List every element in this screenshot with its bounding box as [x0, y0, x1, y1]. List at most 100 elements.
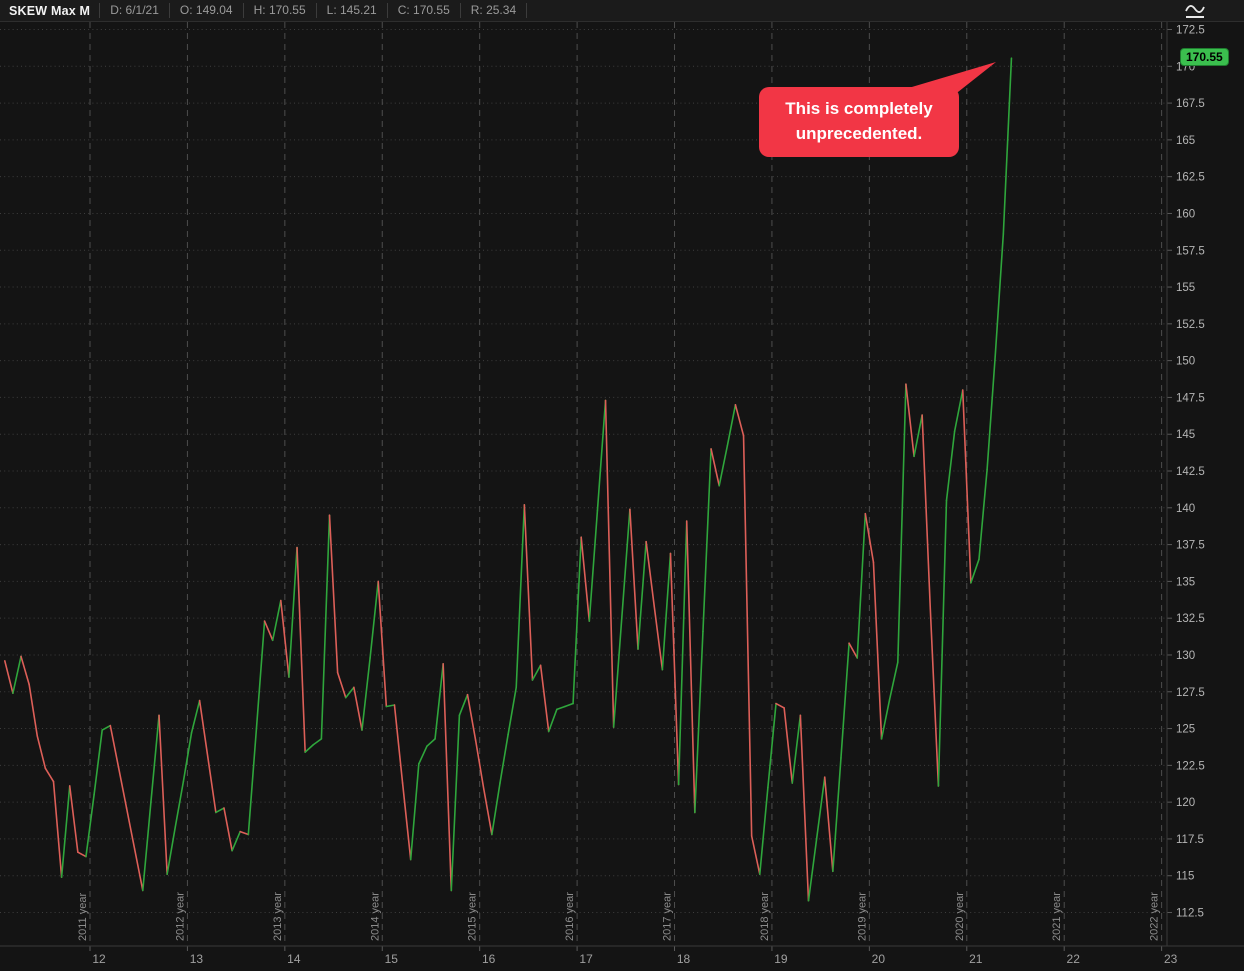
year-gridline-label: 2020 year	[954, 892, 966, 941]
price-line-segment	[1002, 57, 1013, 235]
price-line-segment	[344, 686, 355, 699]
ohlc-stat: H: 170.55	[242, 3, 316, 18]
price-chart-canvas[interactable]: 172.5170167.5165162.5160157.5155152.5150…	[0, 0, 1244, 971]
price-line-segment	[807, 838, 818, 902]
price-line-segment	[393, 704, 404, 784]
year-gridline-label: 2021 year	[1051, 892, 1063, 941]
price-line-segment	[125, 807, 136, 851]
price-line-segment	[466, 693, 477, 742]
price-line-segment	[994, 233, 1005, 358]
price-line-segment	[336, 671, 347, 699]
year-gridline-label: 2019 year	[856, 892, 868, 941]
price-line-segment	[970, 558, 980, 584]
price-line-segment	[434, 663, 444, 740]
price-line-segment	[499, 733, 509, 784]
price-line-segment	[239, 830, 250, 836]
price-line-segment	[596, 399, 607, 512]
price-line-segment	[101, 724, 112, 731]
price-line-segment	[848, 642, 859, 659]
price-line-segment	[872, 561, 883, 740]
price-line-segment	[158, 714, 168, 876]
price-line-segment	[783, 707, 794, 784]
year-gridline-label: 2018 year	[759, 892, 771, 941]
annotation-callout[interactable]: This is completely unprecedented.	[759, 87, 959, 157]
price-line-segment	[531, 664, 542, 681]
price-line-segment	[734, 403, 745, 437]
price-line-segment	[840, 642, 850, 759]
symbol-ohlc-bar: SKEW Max M D: 6/1/21 O: 149.04 H: 170.55 L:…	[0, 0, 1244, 22]
studies-squiggle-icon[interactable]	[1184, 2, 1206, 21]
price-line-segment	[710, 448, 720, 487]
price-line-segment	[726, 403, 737, 447]
year-gridline-label: 2014 year	[369, 892, 381, 941]
price-line-segment	[361, 657, 371, 731]
price-line-segment	[458, 693, 469, 717]
time-axis-drag-area[interactable]	[0, 947, 1244, 971]
price-line-segment	[426, 738, 436, 748]
price-line-segment	[694, 630, 704, 814]
price-line-segment	[929, 607, 940, 787]
price-line-segment	[986, 355, 997, 471]
price-line-segment	[718, 445, 729, 487]
price-line-segment	[231, 830, 242, 852]
price-line-segment	[20, 655, 30, 686]
annotation-line2: unprecedented.	[795, 124, 923, 143]
price-line-segment	[77, 851, 87, 858]
price-line-segment	[978, 468, 988, 561]
price-line-segment	[36, 735, 47, 770]
year-gridline-label: 2016 year	[564, 892, 576, 941]
price-axis-drag-area[interactable]	[1168, 21, 1244, 946]
ohlc-stats: D: 6/1/21 O: 149.04 H: 170.55 L: 145.21 C: 1…	[99, 3, 528, 18]
price-line-segment	[685, 520, 696, 814]
year-gridline-label: 2013 year	[272, 892, 284, 941]
price-line-segment	[629, 508, 639, 650]
price-line-segment	[750, 835, 761, 876]
price-line-segment	[174, 780, 185, 828]
price-line-segment	[556, 705, 566, 711]
price-line-segment	[304, 743, 315, 753]
price-line-segment	[913, 414, 923, 458]
trading-chart-window: 172.5 170 167.5 165 162.5 160 157.5 155 152.5 150…	[0, 0, 1244, 971]
price-line-segment	[799, 714, 810, 902]
price-line-segment	[539, 664, 550, 733]
year-gridline-label: 2011 year	[77, 893, 89, 941]
year-gridline-label: 2012 year	[174, 892, 186, 941]
year-gridline-label: 2022 year	[1149, 892, 1161, 941]
price-line-segment	[823, 776, 834, 873]
price-line-segment	[905, 383, 915, 458]
ohlc-stat: O: 149.04	[168, 3, 243, 18]
price-line-segment	[758, 786, 769, 876]
price-line-segment	[312, 738, 323, 746]
price-line-segment	[645, 540, 656, 608]
price-line-segment	[52, 780, 63, 878]
ohlc-stat: D: 6/1/21	[99, 3, 169, 18]
price-line-segment	[223, 807, 233, 852]
price-line-segment	[409, 763, 420, 861]
price-line-segment	[442, 663, 453, 892]
price-line-segment	[921, 414, 932, 609]
price-line-segment	[612, 617, 623, 728]
price-line-segment	[832, 757, 842, 873]
price-line-segment	[93, 729, 103, 796]
price-line-segment	[141, 801, 152, 892]
price-line-segment	[255, 620, 266, 730]
price-line-segment	[296, 546, 306, 753]
price-line-segment	[791, 714, 802, 784]
price-line-segment	[888, 661, 899, 700]
price-line-segment	[44, 767, 55, 783]
price-line-segment	[491, 782, 501, 836]
year-gridline-label: 2015 year	[467, 892, 479, 941]
price-line-segment	[742, 434, 753, 837]
price-line-segment	[677, 520, 688, 786]
price-line-segment	[215, 807, 225, 814]
price-line-segment	[661, 552, 672, 671]
symbol-title[interactable]: SKEW Max M	[0, 4, 99, 18]
price-line-segment	[418, 745, 428, 765]
price-line-segment	[109, 724, 120, 768]
price-line-segment	[401, 782, 412, 861]
price-line-segment	[328, 514, 339, 674]
price-line-segment	[271, 599, 282, 642]
price-line-segment	[385, 704, 396, 708]
ohlc-stat: C: 170.55	[386, 3, 460, 18]
price-line-segment	[288, 546, 298, 678]
